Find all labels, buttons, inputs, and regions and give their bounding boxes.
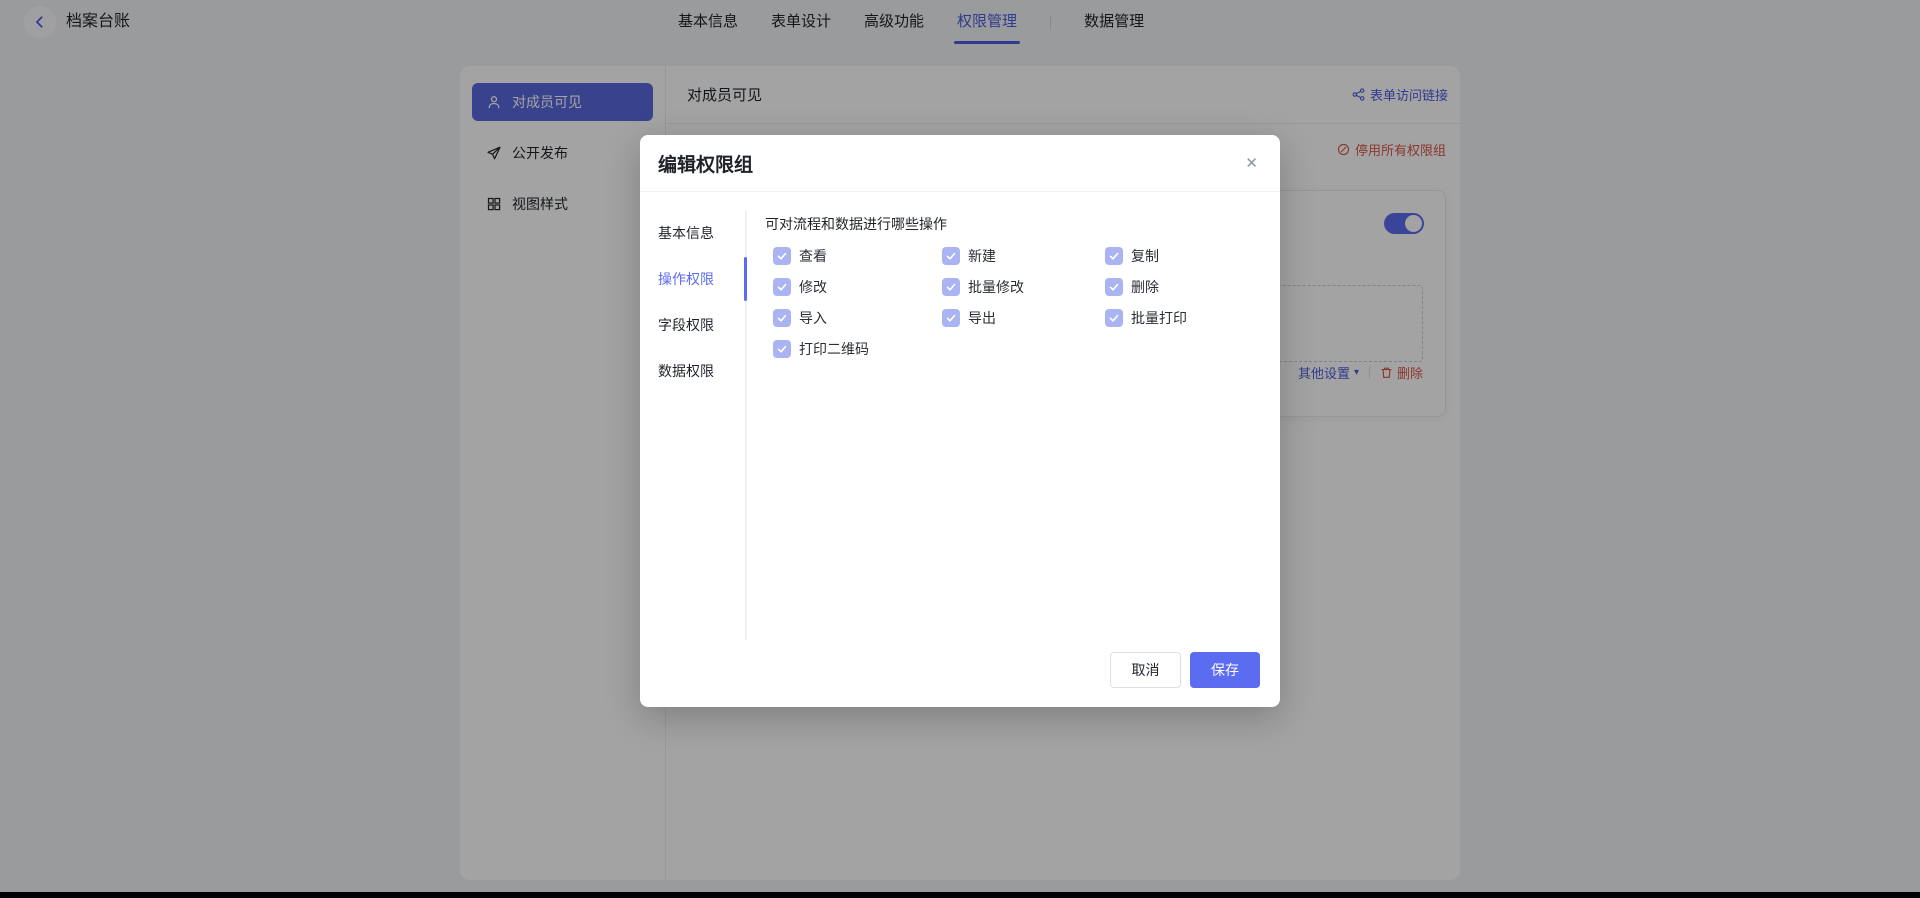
permission-label: 导入	[799, 310, 827, 326]
checkbox-checked-icon[interactable]	[942, 247, 960, 265]
permission-delete[interactable]: 删除	[1105, 278, 1187, 296]
permission-label: 打印二维码	[799, 341, 869, 357]
modal-footer: 取消 保存	[1110, 652, 1260, 688]
permission-import[interactable]: 导入	[773, 309, 942, 327]
checkbox-checked-icon[interactable]	[1105, 247, 1123, 265]
modal-title: 编辑权限组	[658, 154, 754, 176]
permission-label: 批量打印	[1131, 310, 1187, 326]
permission-label: 修改	[799, 279, 827, 295]
permission-label: 删除	[1131, 279, 1159, 295]
permission-view[interactable]: 查看	[773, 247, 942, 265]
checkbox-checked-icon[interactable]	[773, 340, 791, 358]
modal-tab-data-permissions[interactable]: 数据权限	[658, 348, 745, 394]
checkbox-checked-icon[interactable]	[1105, 278, 1123, 296]
permissions-grid: 查看 新建 复制 修改 批量修改 删除 导入 导出 批量打印 打印二维码	[773, 247, 1187, 358]
modal-header: 编辑权限组 ✕	[640, 135, 1280, 192]
modal-body: 基本信息 操作权限 字段权限 数据权限 可对流程和数据进行哪些操作 查看 新建 …	[640, 192, 1280, 707]
section-title: 可对流程和数据进行哪些操作	[765, 216, 947, 232]
permission-export[interactable]: 导出	[942, 309, 1105, 327]
modal-tab-basic-info[interactable]: 基本信息	[658, 210, 745, 256]
checkbox-checked-icon[interactable]	[773, 247, 791, 265]
checkbox-checked-icon[interactable]	[942, 309, 960, 327]
cancel-button[interactable]: 取消	[1110, 652, 1181, 688]
permission-label: 导出	[968, 310, 996, 326]
modal-tab-field-permissions[interactable]: 字段权限	[658, 302, 745, 348]
permission-label: 新建	[968, 248, 996, 264]
save-button[interactable]: 保存	[1190, 652, 1260, 688]
edit-permission-group-modal: 编辑权限组 ✕ 基本信息 操作权限 字段权限 数据权限 可对流程和数据进行哪些操…	[640, 135, 1280, 707]
permission-label: 复制	[1131, 248, 1159, 264]
permission-copy[interactable]: 复制	[1105, 247, 1187, 265]
modal-content: 可对流程和数据进行哪些操作 查看 新建 复制 修改 批量修改 删除 导入 导出 …	[765, 192, 1280, 707]
modal-side-nav: 基本信息 操作权限 字段权限 数据权限	[640, 210, 747, 640]
permission-modify[interactable]: 修改	[773, 278, 942, 296]
modal-tab-operation-permissions[interactable]: 操作权限	[658, 256, 747, 302]
checkbox-checked-icon[interactable]	[773, 278, 791, 296]
checkbox-checked-icon[interactable]	[1105, 309, 1123, 327]
checkbox-checked-icon[interactable]	[942, 278, 960, 296]
permission-batch-modify[interactable]: 批量修改	[942, 278, 1105, 296]
permission-label: 批量修改	[968, 279, 1024, 295]
checkbox-checked-icon[interactable]	[773, 309, 791, 327]
close-icon[interactable]: ✕	[1245, 156, 1258, 171]
permission-batch-print[interactable]: 批量打印	[1105, 309, 1187, 327]
permission-print-qrcode[interactable]: 打印二维码	[773, 340, 942, 358]
permission-label: 查看	[799, 248, 827, 264]
permission-create[interactable]: 新建	[942, 247, 1105, 265]
